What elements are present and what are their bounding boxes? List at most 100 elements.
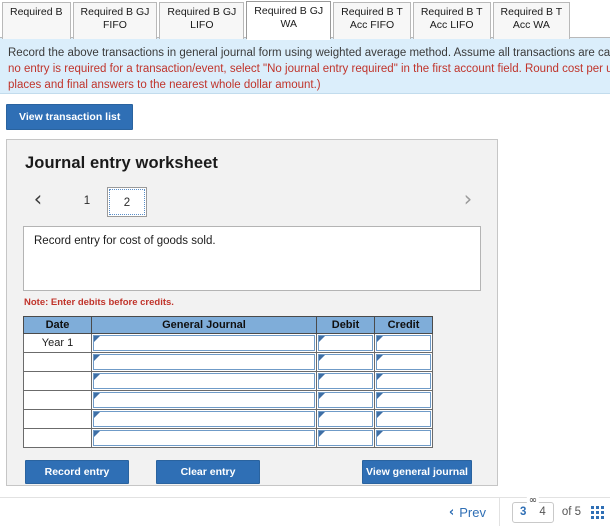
- page-title: Journal entry worksheet: [25, 154, 219, 172]
- tab-required-b-t-acc-lifo[interactable]: Required B T Acc LIFO: [412, 2, 491, 39]
- pager-page-1[interactable]: 1: [67, 187, 107, 215]
- cell-general-journal[interactable]: [91, 352, 317, 372]
- cell-credit[interactable]: [374, 409, 433, 429]
- cell-credit[interactable]: [374, 371, 433, 391]
- column-header-credit: Credit: [374, 316, 433, 334]
- tab-label-line2: Acc WA: [512, 18, 550, 31]
- pager-page-2[interactable]: 2: [107, 187, 147, 217]
- link-chain-icon: ∞: [526, 494, 540, 506]
- cell-credit[interactable]: [374, 333, 433, 353]
- tab-required-b-t-acc-fifo[interactable]: Required B T Acc FIFO: [333, 2, 411, 39]
- pager-prev-icon[interactable]: ‹: [27, 186, 49, 212]
- tab-label-line2: Acc LIFO: [429, 18, 474, 31]
- tab-required-b-gj-fifo[interactable]: Required B GJ FIFO: [72, 2, 158, 39]
- tab-label-line2: Acc FIFO: [349, 18, 395, 31]
- view-transaction-list-button[interactable]: View transaction list: [6, 104, 134, 130]
- toolbar: View transaction list: [0, 94, 610, 139]
- journal-entry-table: Date General Journal Debit Credit Year 1: [23, 316, 433, 448]
- tab-label-line1: Required B T: [500, 6, 563, 18]
- debit-input[interactable]: [318, 373, 373, 389]
- cell-general-journal[interactable]: [91, 390, 317, 410]
- cell-debit[interactable]: [316, 352, 375, 372]
- cell-credit[interactable]: [374, 428, 433, 448]
- tab-required-b-t-acc-wa[interactable]: Required B T Acc WA: [492, 2, 571, 39]
- tab-label-line1: Required B GJ: [80, 6, 150, 18]
- instruction-line-3: places and final answers to the nearest …: [8, 79, 321, 91]
- debit-input[interactable]: [318, 354, 373, 370]
- cell-date: [23, 409, 92, 429]
- cell-debit[interactable]: [316, 390, 375, 410]
- instructions-panel: Record the above transactions in general…: [0, 38, 610, 94]
- tab-required-b[interactable]: Required B: [2, 2, 71, 39]
- cell-general-journal[interactable]: [91, 333, 317, 353]
- grid-view-icon[interactable]: [591, 505, 604, 519]
- cell-general-journal[interactable]: [91, 371, 317, 391]
- cell-credit[interactable]: [374, 390, 433, 410]
- entry-description-text: Record entry for cost of goods sold.: [34, 235, 216, 247]
- debit-input[interactable]: [318, 392, 373, 408]
- chevron-left-icon: ‹: [448, 504, 455, 520]
- instruction-line-2: no entry is required for a transaction/e…: [8, 63, 610, 75]
- credit-input[interactable]: [376, 392, 431, 408]
- tab-required-b-gj-lifo[interactable]: Required B GJ LIFO: [159, 2, 245, 39]
- tab-label-line2: WA: [280, 17, 297, 30]
- table-row: [23, 409, 433, 429]
- column-header-date: Date: [23, 316, 92, 334]
- cell-debit[interactable]: [316, 428, 375, 448]
- table-row: [23, 352, 433, 372]
- worksheet-actions: Record entry Clear entry View general jo…: [23, 460, 481, 484]
- tab-label-line1: Required B T: [420, 6, 483, 18]
- table-header-row: Date General Journal Debit Credit: [23, 316, 433, 334]
- credit-input[interactable]: [376, 430, 431, 446]
- clear-entry-button[interactable]: Clear entry: [156, 460, 260, 484]
- table-body: Year 1: [23, 333, 433, 448]
- worksheet-pager: ‹ 1 2 ›: [23, 183, 481, 217]
- next-page-number[interactable]: 4: [539, 506, 545, 518]
- cell-date: [23, 352, 92, 372]
- credit-input[interactable]: [376, 335, 431, 351]
- table-row: [23, 390, 433, 410]
- debit-input[interactable]: [318, 430, 373, 446]
- credit-input[interactable]: [376, 354, 431, 370]
- tab-label-line1: Required B: [10, 6, 63, 18]
- prev-button-label: Prev: [459, 504, 486, 520]
- prev-button[interactable]: ‹ Prev: [443, 498, 500, 526]
- debit-input[interactable]: [318, 335, 373, 351]
- column-header-debit: Debit: [316, 316, 375, 334]
- tab-label-line2: LIFO: [190, 18, 214, 31]
- general-journal-input[interactable]: [93, 373, 315, 389]
- instruction-line-1: Record the above transactions in general…: [8, 47, 610, 59]
- cell-general-journal[interactable]: [91, 428, 317, 448]
- view-general-journal-button[interactable]: View general journal: [362, 460, 472, 484]
- tab-label-line1: Required B GJ: [167, 6, 237, 18]
- cell-general-journal[interactable]: [91, 409, 317, 429]
- cell-debit[interactable]: [316, 409, 375, 429]
- debits-before-credits-note: Note: Enter debits before credits.: [24, 297, 174, 308]
- general-journal-input[interactable]: [93, 354, 315, 370]
- column-header-general-journal: General Journal: [91, 316, 317, 334]
- general-journal-input[interactable]: [93, 335, 315, 351]
- cell-date: [23, 428, 92, 448]
- tab-label-line1: Required B GJ: [254, 5, 324, 17]
- general-journal-input[interactable]: [93, 392, 315, 408]
- general-journal-input[interactable]: [93, 411, 315, 427]
- cell-debit[interactable]: [316, 333, 375, 353]
- tab-required-b-gj-wa[interactable]: Required B GJ WA: [246, 1, 332, 40]
- page-indicator[interactable]: ∞ 3 4: [512, 495, 554, 523]
- credit-input[interactable]: [376, 411, 431, 427]
- table-row: Year 1: [23, 333, 433, 353]
- general-journal-input[interactable]: [93, 430, 315, 446]
- pager-next-icon[interactable]: ›: [457, 186, 479, 212]
- tab-label-line2: FIFO: [103, 18, 127, 31]
- table-row: [23, 371, 433, 391]
- current-page-number[interactable]: 3: [520, 506, 526, 518]
- cell-debit[interactable]: [316, 371, 375, 391]
- table-row: [23, 428, 433, 448]
- credit-input[interactable]: [376, 373, 431, 389]
- record-entry-button[interactable]: Record entry: [25, 460, 129, 484]
- tab-bar: Required B Required B GJ FIFO Required B …: [0, 0, 610, 40]
- cell-credit[interactable]: [374, 352, 433, 372]
- tab-label-line1: Required B T: [341, 6, 403, 18]
- bottom-navigation-bar: ‹ Prev ∞ 3 4 of 5: [0, 495, 610, 526]
- debit-input[interactable]: [318, 411, 373, 427]
